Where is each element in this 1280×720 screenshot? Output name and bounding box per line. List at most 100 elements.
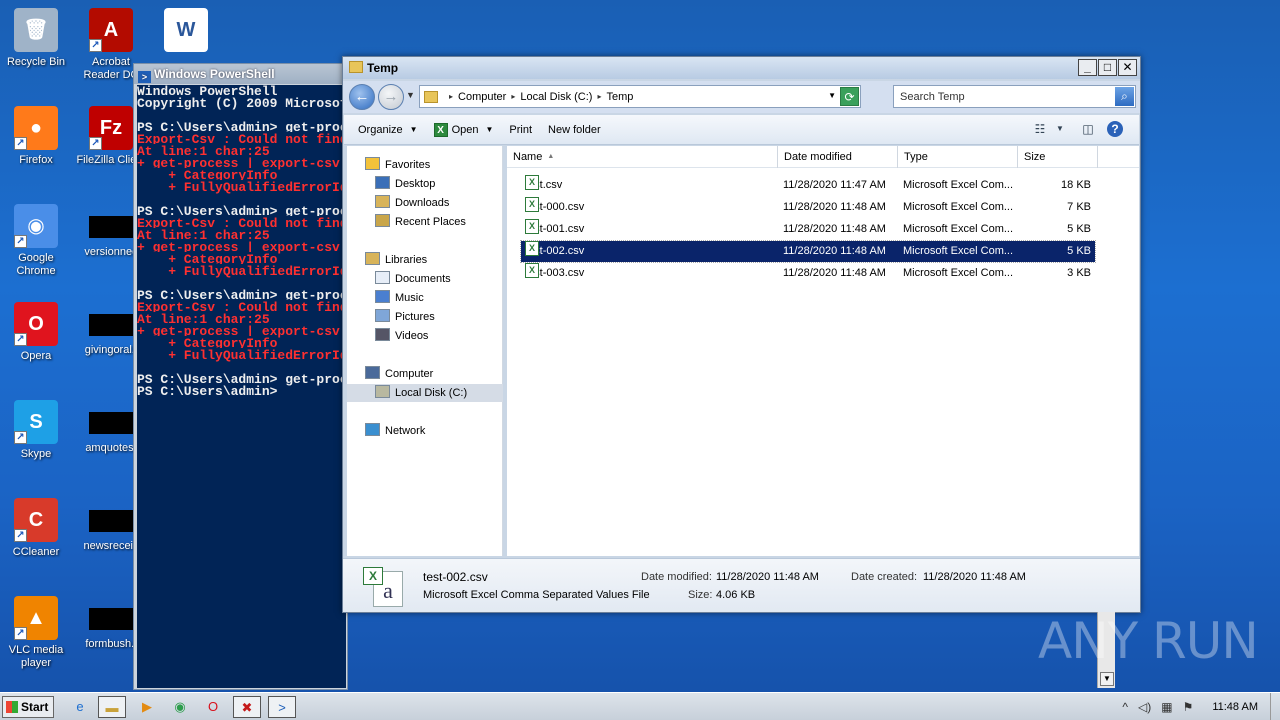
app-taskbar-icon[interactable]: ✖ (233, 696, 261, 718)
file-row[interactable]: Xtest.csv 11/28/2020 11:47 AM Microsoft Ex… (521, 175, 1095, 196)
firefox-icon: ● ↗ (14, 106, 58, 150)
command-bar: Organize ▼ X Open ▼ Print New folder ☷ ▼ ◫ … (344, 115, 1139, 145)
preview-pane-icon[interactable]: ◫ (1079, 121, 1097, 137)
desktop-icon[interactable]: ◉ ↗ Google Chrome (0, 204, 72, 278)
powershell-console[interactable]: Windows PowerShell Copyright (C) 2009 Mic… (137, 85, 346, 688)
breadcrumb-computer[interactable]: Computer (458, 91, 506, 103)
view-options-dropdown-icon[interactable]: ▼ (1051, 121, 1069, 137)
maximize-button[interactable]: □ (1098, 59, 1117, 76)
details-size-label: Size: (688, 589, 713, 601)
file-size: 3 KB (1067, 267, 1091, 279)
address-dropdown-icon[interactable]: ▼ (828, 91, 836, 100)
nav-item-videos[interactable]: Videos (347, 327, 503, 345)
internet-explorer-icon[interactable]: e (66, 696, 94, 718)
file-type: Microsoft Excel Com... (903, 245, 1014, 257)
chrome-icon: ◉ ↗ (14, 204, 58, 248)
desktop-icon-label: Recycle Bin (6, 56, 66, 68)
explorer-window[interactable]: Temp _ □ ✕ ← → ▼ ▸ Computer ▸ Local Disk… (342, 56, 1141, 613)
file-row[interactable]: Xtest-003.csv 11/28/2020 11:48 AM Microsof… (521, 263, 1095, 284)
nav-item-recent-places[interactable]: Recent Places (347, 213, 503, 231)
file-date-modified: 11/28/2020 11:48 AM (783, 201, 886, 213)
powershell-title: Windows PowerShell (154, 67, 275, 81)
breadcrumb-chevron-icon[interactable]: ▸ (449, 92, 453, 101)
help-icon[interactable]: ? (1107, 121, 1123, 137)
minimize-button[interactable]: _ (1078, 59, 1097, 76)
desktop-icon[interactable]: S ↗ Skype (0, 400, 72, 461)
nav-item-favorites[interactable]: Favorites (347, 156, 503, 174)
column-header-size[interactable]: Size (1018, 146, 1098, 168)
search-box[interactable]: ⌕ (893, 85, 1136, 108)
column-header-name[interactable]: Name ▲ (507, 146, 778, 168)
show-hidden-icons-icon[interactable]: ^ (1122, 700, 1128, 714)
nav-item-label: Desktop (395, 178, 436, 190)
desktop-icon[interactable]: 🗑 Recycle Bin (0, 8, 72, 69)
desktop-icon[interactable]: ▲ ↗ VLC media player (0, 596, 72, 670)
breadcrumb-local-disk[interactable]: Local Disk (C:) (520, 91, 592, 103)
console-error-line: + FullyQualifiedErrorId (137, 264, 346, 279)
forward-button[interactable]: → (378, 84, 404, 110)
address-bar[interactable]: ▸ Computer ▸ Local Disk (C:) ▸ Temp ▼ ⟳ (419, 85, 861, 108)
shortcut-arrow-icon: ↗ (14, 627, 27, 640)
nav-item-network[interactable]: Network (347, 422, 503, 440)
powershell-taskbar-icon[interactable]: > (268, 696, 296, 718)
file-date-modified: 11/28/2020 11:48 AM (783, 267, 886, 279)
close-button[interactable]: ✕ (1118, 59, 1137, 76)
print-button[interactable]: Print (501, 124, 540, 136)
documents-icon (375, 271, 390, 284)
powershell-titlebar[interactable]: > Windows PowerShell (134, 64, 347, 84)
desktop-icon[interactable]: W (150, 8, 222, 56)
recent-pages-dropdown-icon[interactable]: ▼ (406, 90, 415, 100)
back-button[interactable]: ← (349, 84, 375, 110)
new-folder-button[interactable]: New folder (540, 124, 609, 136)
opera-icon: O ↗ (14, 302, 58, 346)
desktop-icon[interactable]: ● ↗ Firefox (0, 106, 72, 167)
column-date-label: Date modified (784, 151, 852, 163)
console-line: PS C:\Users\admin> (137, 384, 278, 399)
window-title: Temp (367, 61, 399, 75)
search-input[interactable] (894, 86, 1109, 107)
file-row[interactable]: Xtest-002.csv 11/28/2020 11:48 AM Microsof… (520, 240, 1096, 263)
opera-taskbar-icon[interactable]: O (199, 696, 227, 718)
breadcrumb-chevron-icon[interactable]: ▸ (597, 92, 601, 101)
nav-item-computer[interactable]: Computer (347, 365, 503, 383)
breadcrumb-temp[interactable]: Temp (606, 91, 633, 103)
column-header-type[interactable]: Type (898, 146, 1018, 168)
volume-icon[interactable]: ◁) (1138, 700, 1151, 714)
refresh-icon[interactable]: ⟳ (840, 87, 859, 106)
organize-button[interactable]: Organize ▼ (350, 124, 426, 136)
nav-item-desktop[interactable]: Desktop (347, 175, 503, 193)
show-desktop-button[interactable] (1270, 693, 1280, 720)
nav-item-pictures[interactable]: Pictures (347, 308, 503, 326)
media-player-icon[interactable]: ▶ (133, 696, 161, 718)
nav-item-local-disk-c[interactable]: Local Disk (C:) (347, 384, 503, 402)
local-disk-icon (375, 385, 390, 398)
desktop-icon[interactable]: C ↗ CCleaner (0, 498, 72, 559)
nav-item-documents[interactable]: Documents (347, 270, 503, 288)
address-row: ← → ▼ ▸ Computer ▸ Local Disk (C:) ▸ Tem… (343, 81, 1140, 113)
file-row[interactable]: Xtest-001.csv 11/28/2020 11:48 AM Microsof… (521, 219, 1095, 240)
clock[interactable]: 11:48 AM (1212, 701, 1258, 713)
chrome-taskbar-icon[interactable]: ◉ (166, 696, 194, 718)
open-button[interactable]: X Open ▼ (426, 122, 502, 137)
file-row[interactable]: Xtest-000.csv 11/28/2020 11:48 AM Microsof… (521, 197, 1095, 218)
explorer-titlebar[interactable]: Temp _ □ ✕ (343, 57, 1140, 79)
file-type: Microsoft Excel Com... (903, 179, 1014, 191)
start-button[interactable]: Start (2, 696, 54, 718)
column-header-date-modified[interactable]: Date modified (778, 146, 898, 168)
file-type: Microsoft Excel Com... (903, 201, 1014, 213)
search-icon[interactable]: ⌕ (1115, 87, 1134, 106)
nav-item-downloads[interactable]: Downloads (347, 194, 503, 212)
breadcrumb-chevron-icon[interactable]: ▸ (511, 92, 515, 101)
nav-item-music[interactable]: Music (347, 289, 503, 307)
action-center-flag-icon[interactable]: ⚑ (1183, 700, 1194, 714)
recent-places-icon (375, 214, 390, 227)
network-tray-icon[interactable]: ▦ (1161, 700, 1172, 714)
powershell-window[interactable]: > Windows PowerShell Windows PowerShell Co… (133, 63, 348, 690)
desktop-icon[interactable]: O ↗ Opera (0, 302, 72, 363)
ccleaner-icon: C ↗ (14, 498, 58, 542)
sort-ascending-icon: ▲ (547, 153, 555, 160)
scroll-down-icon[interactable]: ▼ (1100, 672, 1114, 686)
change-view-icon[interactable]: ☷ (1031, 121, 1049, 137)
explorer-taskbar-icon[interactable]: ▬ (98, 696, 126, 718)
nav-item-libraries[interactable]: Libraries (347, 251, 503, 269)
